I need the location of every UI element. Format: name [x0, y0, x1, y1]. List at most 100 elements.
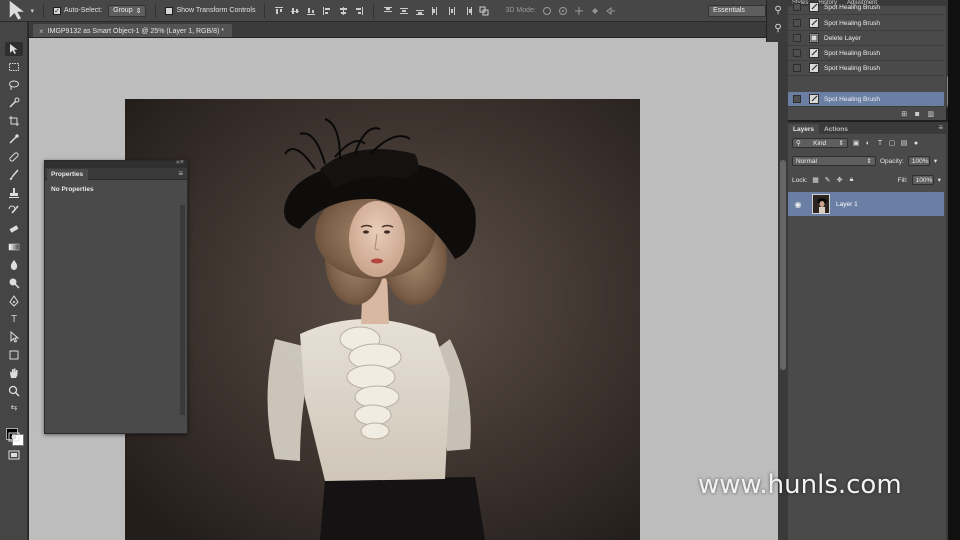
- divider: [373, 3, 375, 18]
- eraser-tool-icon[interactable]: [5, 222, 23, 236]
- workspace-switcher[interactable]: Essentials: [708, 5, 766, 17]
- filter-toggle-icon[interactable]: ●: [912, 139, 920, 147]
- filter-kind-dropdown[interactable]: ⚲ Kind ⇕: [792, 138, 848, 148]
- history-snapshot-checkbox[interactable]: [793, 49, 801, 57]
- document-tab[interactable]: × IMGP9132 as Smart Object-1 @ 25% (Laye…: [33, 24, 233, 37]
- blend-mode-dropdown[interactable]: Normal ⇕: [792, 156, 876, 166]
- canvas-vertical-scrollbar[interactable]: [778, 38, 788, 540]
- history-item[interactable]: Spot Healing Brush: [788, 61, 944, 76]
- distribute-bottom-icon[interactable]: [415, 6, 425, 16]
- chevron-down-icon[interactable]: ▾: [938, 176, 941, 184]
- align-hcenter-icon[interactable]: [338, 6, 348, 16]
- trash-icon[interactable]: ▥: [927, 110, 934, 118]
- history-footer: ⊞ ◙ ▥: [788, 108, 944, 120]
- filter-pixel-icon[interactable]: ▣: [852, 139, 860, 147]
- opacity-field[interactable]: 100%: [907, 156, 930, 166]
- crop-tool-icon[interactable]: [5, 114, 23, 128]
- spot-healing-tool-icon[interactable]: [5, 150, 23, 164]
- history-snapshot-checkbox[interactable]: [793, 19, 801, 27]
- quick-selection-tool-icon[interactable]: [5, 96, 23, 110]
- panel-menu-icon[interactable]: ≡: [178, 169, 183, 178]
- path-selection-tool-icon[interactable]: [5, 330, 23, 344]
- align-bottom-icon[interactable]: [306, 6, 316, 16]
- align-right-icon[interactable]: [354, 6, 364, 16]
- filter-shape-icon[interactable]: ▢: [888, 139, 896, 147]
- roll-3d-icon[interactable]: [558, 6, 568, 16]
- document-image[interactable]: [125, 99, 640, 540]
- zoom-tool-icon[interactable]: [5, 384, 23, 398]
- distribute-vcenter-icon[interactable]: [399, 6, 409, 16]
- history-item[interactable]: Delete Layer: [788, 31, 944, 46]
- collapse-icon[interactable]: «×: [176, 159, 184, 166]
- type-tool-icon[interactable]: T: [5, 312, 23, 326]
- history-snapshot-checkbox[interactable]: [793, 95, 801, 103]
- clone-stamp-tool-icon[interactable]: [5, 186, 23, 200]
- chevron-down-icon[interactable]: ▾: [934, 157, 937, 165]
- hand-tool-icon[interactable]: [5, 366, 23, 380]
- lock-image-icon[interactable]: ✎: [824, 176, 832, 184]
- distribute-left-icon[interactable]: [431, 6, 441, 16]
- dodge-tool-icon[interactable]: [5, 276, 23, 290]
- properties-scrollbar[interactable]: [180, 205, 185, 415]
- lock-transparent-icon[interactable]: ▦: [812, 176, 820, 184]
- blur-tool-icon[interactable]: [5, 258, 23, 272]
- layer-row-selected[interactable]: ◉ Layer 1: [788, 192, 944, 216]
- visibility-eye-icon[interactable]: ◉: [792, 200, 804, 209]
- brush-tool-icon[interactable]: [5, 168, 23, 182]
- distribute-top-icon[interactable]: [383, 6, 393, 16]
- auto-select-check-icon[interactable]: [53, 6, 61, 15]
- history-snapshot-checkbox[interactable]: [793, 64, 801, 72]
- history-item-selected[interactable]: Spot Healing Brush: [788, 92, 944, 107]
- show-transform-check-icon[interactable]: [165, 6, 174, 15]
- history-brush-tool-icon[interactable]: [5, 204, 23, 218]
- move-tool-icon[interactable]: [5, 42, 23, 56]
- align-left-icon[interactable]: [322, 6, 332, 16]
- auto-select-dropdown[interactable]: Group ⇕: [108, 4, 147, 17]
- distribute-right-icon[interactable]: [463, 6, 473, 16]
- history-snapshot-checkbox[interactable]: [793, 34, 801, 42]
- rotate-3d-icon[interactable]: [542, 6, 552, 16]
- screen-edge: [948, 0, 960, 540]
- lasso-tool-icon[interactable]: [5, 78, 23, 92]
- show-transform-checkbox[interactable]: Show Transform Controls: [165, 6, 255, 15]
- align-top-icon[interactable]: [274, 6, 284, 16]
- history-item[interactable]: Spot Healing Brush: [788, 46, 944, 61]
- default-colors-icon[interactable]: ⇆: [5, 402, 23, 412]
- lock-position-icon[interactable]: ✥: [836, 176, 844, 184]
- align-vcenter-icon[interactable]: [290, 6, 300, 16]
- panel-header-bar[interactable]: «×: [45, 159, 187, 168]
- screen-mode-icon[interactable]: [5, 448, 23, 462]
- marquee-tool-icon[interactable]: [5, 60, 23, 74]
- gradient-tool-icon[interactable]: [5, 240, 23, 254]
- filter-adjustment-icon[interactable]: ◐: [864, 139, 872, 147]
- filter-smart-object-icon[interactable]: ▤: [900, 139, 908, 147]
- eyedropper-tool-icon[interactable]: [5, 132, 23, 146]
- history-item[interactable]: Spot Healing Brush: [788, 16, 944, 31]
- distribute-hcenter-icon[interactable]: [447, 6, 457, 16]
- quick-mask-icon[interactable]: [5, 430, 23, 444]
- tab-layers[interactable]: Layers: [788, 124, 819, 134]
- panel-menu-icon[interactable]: ≡: [938, 123, 943, 132]
- lock-all-icon[interactable]: 🔒︎: [848, 176, 856, 184]
- pen-tool-icon[interactable]: [5, 294, 23, 308]
- history-item[interactable]: Spot Healing Brush: [788, 0, 944, 15]
- info-panel-icon[interactable]: ⚲: [772, 4, 784, 16]
- auto-select-checkbox[interactable]: Auto-Select:: [53, 6, 102, 15]
- auto-align-icon[interactable]: [479, 6, 489, 16]
- new-document-from-state-icon[interactable]: ⊞: [901, 110, 907, 118]
- pan-3d-icon[interactable]: [574, 6, 584, 16]
- tab-actions[interactable]: Actions: [819, 124, 853, 134]
- shape-tool-icon[interactable]: [5, 348, 23, 362]
- move-tool-preset-icon[interactable]: ▾: [6, 1, 34, 20]
- fill-field[interactable]: 100%: [911, 175, 934, 185]
- history-snapshot-checkbox[interactable]: [793, 3, 801, 11]
- camera-icon[interactable]: ◙: [915, 111, 919, 118]
- layer-name[interactable]: Layer 1: [836, 201, 858, 208]
- scale-3d-icon[interactable]: [605, 6, 616, 16]
- filter-type-icon[interactable]: T: [876, 139, 884, 147]
- close-icon[interactable]: ×: [39, 27, 44, 36]
- scrollbar-thumb[interactable]: [780, 160, 786, 370]
- tab-properties[interactable]: Properties: [47, 169, 89, 180]
- navigator-panel-icon[interactable]: ⚲: [772, 22, 784, 34]
- slide-3d-icon[interactable]: [590, 6, 600, 16]
